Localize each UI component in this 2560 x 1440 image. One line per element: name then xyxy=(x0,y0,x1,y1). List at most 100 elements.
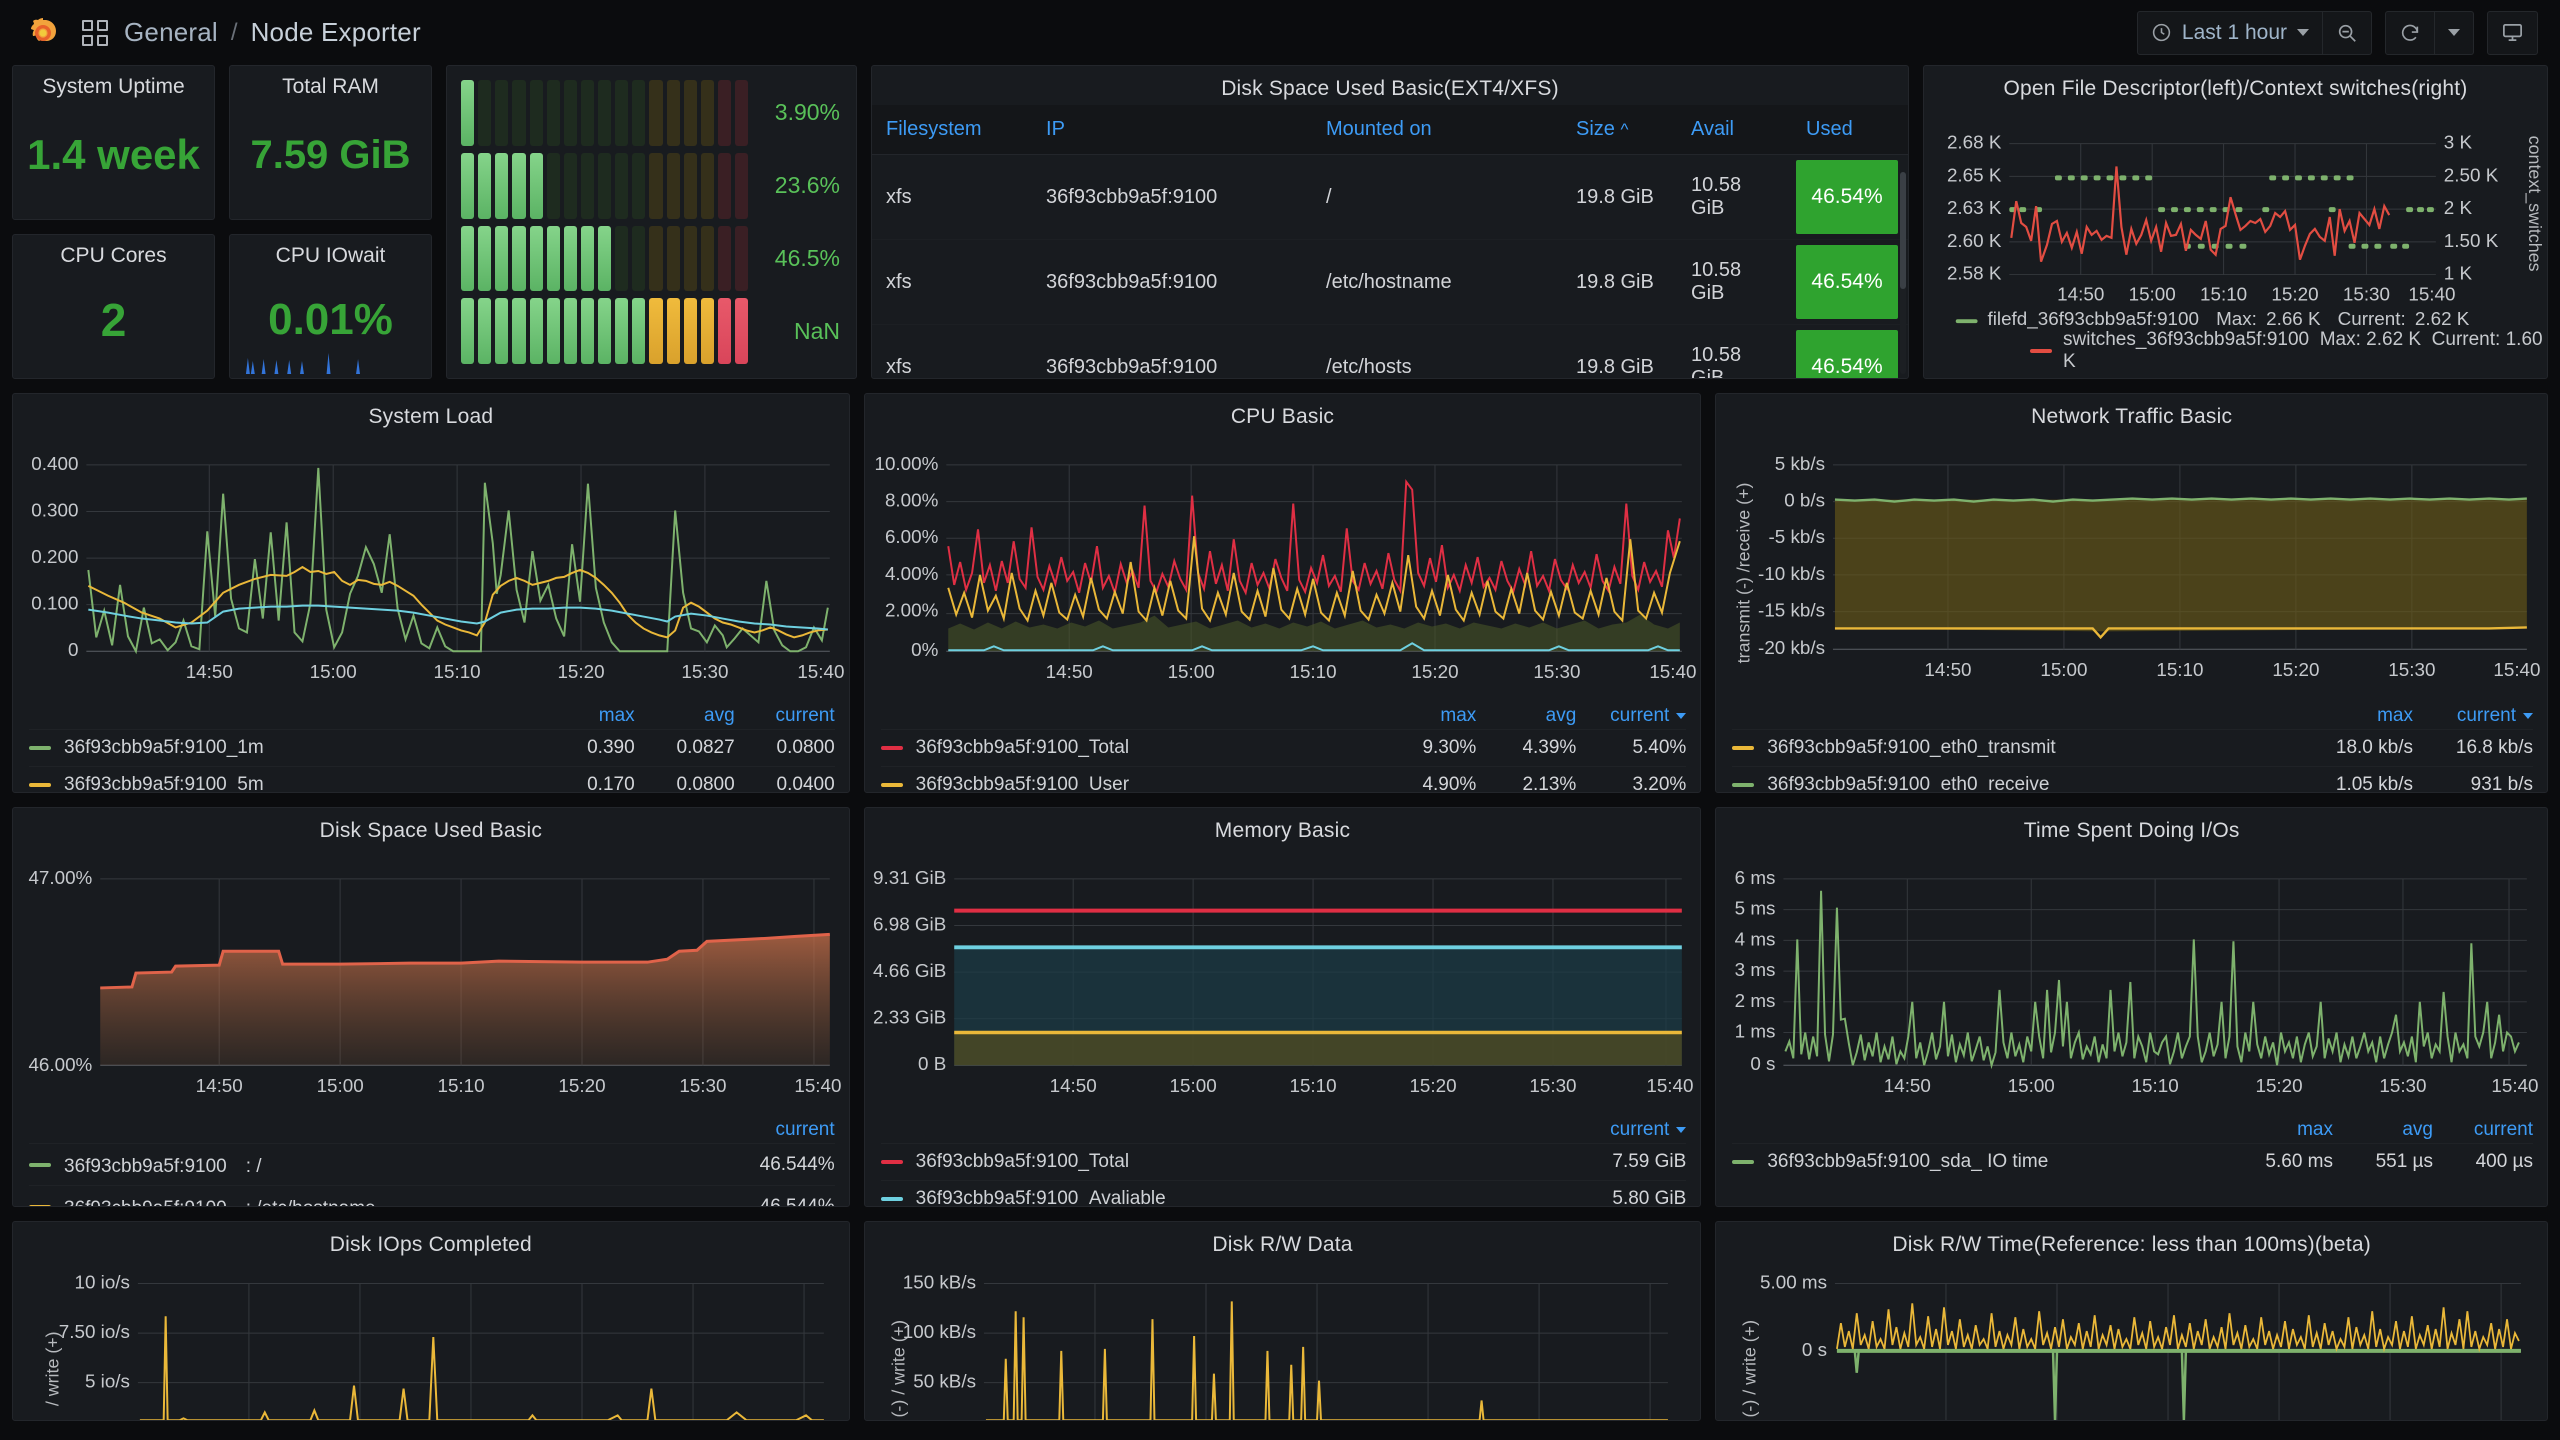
cell-avail: 10.58 GiB xyxy=(1677,154,1793,240)
chart-disk-iops-completed: / write (+) 10 io/s 7.50 io/s 5 io/s xyxy=(43,1271,824,1420)
bargauge-cell xyxy=(735,298,749,364)
legend-col-current[interactable]: current xyxy=(2433,1119,2533,1141)
legend-row[interactable]: 36f93cbb9a5f:9100_eth0_receive 1.05 kb/s… xyxy=(1732,766,2533,792)
bargauge-cell xyxy=(478,152,492,219)
svg-text:2.33 GiB: 2.33 GiB xyxy=(873,1007,946,1028)
panel-cpu-cores[interactable]: CPU Cores 2 xyxy=(12,234,215,379)
svg-text:0%: 0% xyxy=(911,639,938,660)
svg-text:14:50: 14:50 xyxy=(1045,661,1092,682)
cell-avail: 10.58 GiB xyxy=(1677,324,1793,378)
y-axis: 10 io/s 7.50 io/s 5 io/s xyxy=(59,1271,130,1391)
series-read xyxy=(1837,1349,2522,1420)
legend-value-avg: 551 µs xyxy=(2375,1151,2433,1172)
panel-time-spent-doing-ios[interactable]: Time Spent Doing I/Os 6 ms 5 ms 4 ms 3 m… xyxy=(1715,807,2548,1207)
legend-value-current: 5.40% xyxy=(1632,737,1687,758)
column-header-used[interactable]: Used xyxy=(1792,105,1908,155)
clock-icon xyxy=(2151,22,2172,43)
x-axis: 14:50 15:00 15:10 15:20 15:30 15:40 xyxy=(2057,283,2455,304)
sparkline xyxy=(245,353,360,374)
legend-row[interactable]: 36f93cbb9a5f:9100 : / 46.544% xyxy=(29,1143,835,1185)
svg-text:4.66 GiB: 4.66 GiB xyxy=(873,960,946,981)
breadcrumb-folder[interactable]: General xyxy=(124,17,218,48)
svg-text:15:20: 15:20 xyxy=(1409,1075,1456,1096)
panel-cpu-iowait[interactable]: CPU IOwait 0.01% xyxy=(229,234,432,379)
svg-text:15:40: 15:40 xyxy=(797,661,844,682)
bargauge-cell xyxy=(700,298,714,364)
bargauge-cell xyxy=(735,225,749,292)
column-header-ip[interactable]: IP xyxy=(1032,105,1313,155)
legend-row[interactable]: 36f93cbb9a5f:9100_User 4.90% 2.13% 3.20% xyxy=(880,766,1687,792)
legend-col-avg[interactable]: avg xyxy=(635,705,735,727)
svg-text:14:50: 14:50 xyxy=(1925,659,1972,680)
legend-row[interactable]: 36f93cbb9a5f:9100_Total 9.30% 4.39% 5.40… xyxy=(880,729,1687,766)
legend-col-current[interactable]: current xyxy=(1576,705,1687,727)
panel-disk-rw-time[interactable]: Disk R/W Time(Reference: less than 100ms… xyxy=(1715,1221,2548,1421)
refresh-button[interactable] xyxy=(2385,10,2435,55)
panel-system-uptime[interactable]: System Uptime 1.4 week xyxy=(12,65,215,220)
panel-bargauge[interactable]: 3.90% 23.6% 46.5% NaN xyxy=(446,65,858,379)
svg-text:15:30: 15:30 xyxy=(679,1075,726,1096)
legend-col-current[interactable]: current xyxy=(705,1119,835,1141)
legend-value-avg: 4.39% xyxy=(1522,737,1577,758)
table-row[interactable]: xfs 36f93cbb9a5f:9100 /etc/hosts 19.8 Gi… xyxy=(872,324,1908,378)
panel-open-file-descriptor[interactable]: Open File Descriptor(left)/Context switc… xyxy=(1923,65,2548,379)
legend-col-max[interactable]: max xyxy=(2298,705,2413,727)
bargauge-cell xyxy=(580,80,594,146)
panel-disk-rw-data[interactable]: Disk R/W Data (-) / write (+) 150 kB/s 1… xyxy=(863,1221,1702,1421)
legend-col-current[interactable]: current xyxy=(1556,1119,1687,1141)
bargauge-cell xyxy=(529,152,543,219)
panel-network-traffic-basic[interactable]: Network Traffic Basic transmit (-) /rece… xyxy=(1715,393,2548,793)
panel-cpu-basic[interactable]: CPU Basic 10.00% 8.00% 6.00% 4.00% 2.00%… xyxy=(863,393,1702,793)
legend-col-current[interactable]: current xyxy=(2413,705,2533,727)
x-axis: 14:50 15:00 15:10 15:20 15:30 15:40 xyxy=(1884,1075,2539,1096)
time-range-picker[interactable]: Last 1 hour xyxy=(2136,10,2323,55)
legend-value-current: 0.0400 xyxy=(776,774,835,793)
table-row[interactable]: xfs 36f93cbb9a5f:9100 /etc/hostname 19.8… xyxy=(872,239,1908,325)
bargauge-row: NaN xyxy=(461,298,846,364)
legend-col-avg[interactable]: avg xyxy=(1476,705,1577,727)
column-header-avail[interactable]: Avail xyxy=(1677,105,1793,155)
panel-disk-iops-completed[interactable]: Disk IOps Completed / write (+) 10 io/s … xyxy=(12,1221,850,1421)
legend-row[interactable]: 36f93cbb9a5f:9100_eth0_transmit 18.0 kb/… xyxy=(1732,729,2533,766)
legend-row[interactable]: 36f93cbb9a5f:9100_1m 0.390 0.0827 0.0800 xyxy=(29,729,835,766)
y-axis: 5.00 ms 0 s xyxy=(1760,1271,1827,1359)
y-axis-left: 2.68 K 2.65 K 2.63 K 2.60 K 2.58 K xyxy=(1947,132,2002,284)
bargauge-cell xyxy=(563,152,577,219)
zoom-out-button[interactable] xyxy=(2323,10,2372,55)
x-axis: 14:50 15:00 15:10 15:20 15:30 15:40 xyxy=(1925,659,2541,680)
grafana-logo-icon[interactable] xyxy=(26,16,60,50)
legend-col-max[interactable]: max xyxy=(2233,1119,2333,1141)
panel-total-ram[interactable]: Total RAM 7.59 GiB xyxy=(229,65,432,220)
series-write xyxy=(139,1316,824,1420)
table-scrollbar[interactable] xyxy=(1900,172,1906,374)
legend-swatch xyxy=(880,1160,903,1164)
legend-row[interactable]: 36f93cbb9a5f:9100_Avaliable 5.80 GiB xyxy=(880,1180,1687,1206)
svg-text:15:20: 15:20 xyxy=(2271,283,2318,304)
legend-row[interactable]: 36f93cbb9a5f:9100_5m 0.170 0.0800 0.0400 xyxy=(29,766,835,793)
legend-col-max[interactable]: max xyxy=(1376,705,1476,727)
column-header-mounted-on[interactable]: Mounted on xyxy=(1312,105,1563,155)
panel-system-load[interactable]: System Load 0.400 0.300 0.200 0.100 0 14… xyxy=(12,393,850,793)
legend-col-current[interactable]: current xyxy=(735,705,835,727)
legend-header: max avg current xyxy=(29,701,835,729)
cell-filesystem: xfs xyxy=(872,239,1033,325)
column-header-filesystem[interactable]: Filesystem xyxy=(872,105,1033,155)
chart-svg: 6 ms 5 ms 4 ms 3 ms 2 ms 1 ms 0 s 14:50 … xyxy=(1735,867,2539,1096)
svg-text:47.00%: 47.00% xyxy=(28,867,92,888)
panel-disk-space-table[interactable]: Disk Space Used Basic(EXT4/XFS) Filesyst… xyxy=(871,65,1909,379)
legend-row[interactable]: 36f93cbb9a5f:9100_sda_ IO time 5.60 ms 5… xyxy=(1732,1143,2533,1180)
legend-label: 36f93cbb9a5f:9100_Total xyxy=(915,737,1130,758)
legend-col-max[interactable]: max xyxy=(535,705,635,727)
legend-row[interactable]: 36f93cbb9a5f:9100 : /etc/hostname 46.544… xyxy=(29,1185,835,1206)
refresh-circular-arrow-icon xyxy=(2399,22,2421,44)
panel-disk-space-used-basic[interactable]: Disk Space Used Basic 47.00% 46.00% 14:5… xyxy=(12,807,850,1207)
svg-text:0.200: 0.200 xyxy=(31,546,78,567)
legend-row[interactable]: 36f93cbb9a5f:9100_Total 7.59 GiB xyxy=(880,1143,1687,1180)
table-row[interactable]: xfs 36f93cbb9a5f:9100 / 19.8 GiB 10.58 G… xyxy=(872,154,1908,240)
column-header-size[interactable]: Size ^ xyxy=(1562,105,1678,155)
refresh-interval-dropdown[interactable] xyxy=(2435,10,2474,55)
legend-col-avg[interactable]: avg xyxy=(2333,1119,2433,1141)
panel-memory-basic[interactable]: Memory Basic 9.31 GiB 6.98 GiB 4.66 GiB … xyxy=(863,807,1702,1207)
dashboards-grid-icon[interactable] xyxy=(82,19,108,46)
kiosk-mode-button[interactable] xyxy=(2487,10,2538,55)
